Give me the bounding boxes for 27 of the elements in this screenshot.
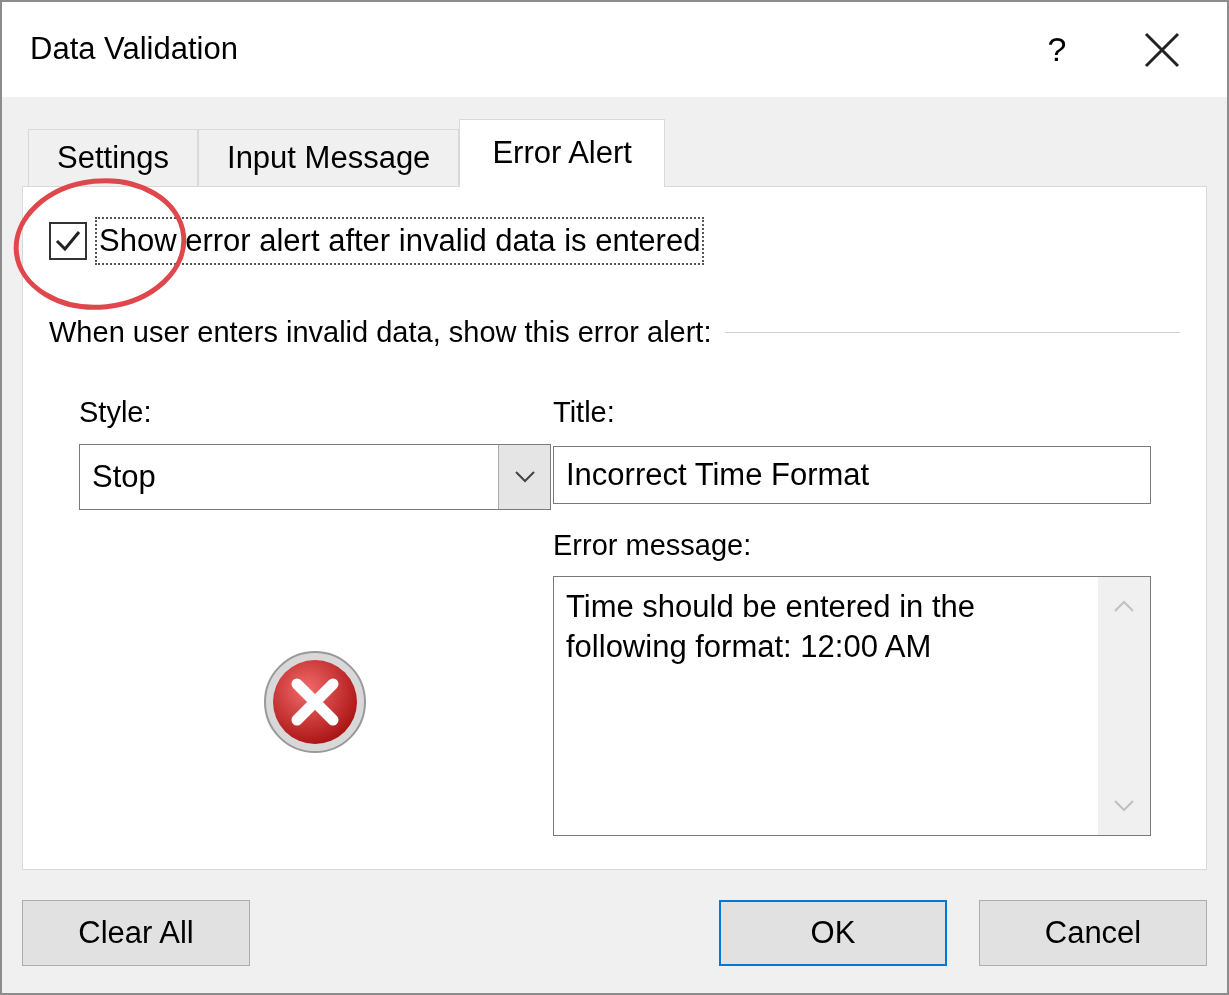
group-heading: When user enters invalid data, show this error alert: (49, 315, 712, 350)
dialog-button[interactable]: OK (719, 900, 947, 966)
caret-icon (513, 470, 536, 484)
close-icon (1144, 31, 1180, 68)
error-icon (263, 650, 367, 754)
checkbox-label[interactable]: Show error alert after invalid data is entered (95, 217, 705, 265)
style-dropdown[interactable]: Stop (79, 444, 551, 510)
scroll-up-icon[interactable] (1113, 598, 1135, 613)
field-label: Title: (553, 394, 616, 430)
help-button[interactable]: ? (1027, 24, 1087, 75)
checkmark-icon (54, 229, 82, 253)
field-label: Style: (79, 394, 153, 430)
dialog-button[interactable]: Clear All (22, 900, 250, 966)
title-input[interactable]: Incorrect Time Format (553, 446, 1151, 504)
tab[interactable]: Error Alert (459, 119, 665, 187)
scrollbar[interactable] (1098, 576, 1150, 835)
window-title: Data Validation (30, 30, 238, 69)
dropdown-value: Stop (91, 457, 157, 496)
dropdown-button[interactable] (498, 445, 550, 509)
field-label: Error message: (553, 528, 753, 563)
scroll-down-icon[interactable] (1113, 798, 1135, 813)
dialog-button[interactable]: Cancel (979, 900, 1207, 966)
tab[interactable]: Input Message (198, 129, 460, 187)
error-message-field[interactable]: Time should be entered in the following format: 12:00 AM (553, 575, 1151, 836)
tab[interactable]: Settings (28, 129, 198, 187)
checkbox[interactable] (49, 222, 87, 260)
error-message-text: Time should be entered in the following format: 12:00 AM (565, 587, 976, 666)
